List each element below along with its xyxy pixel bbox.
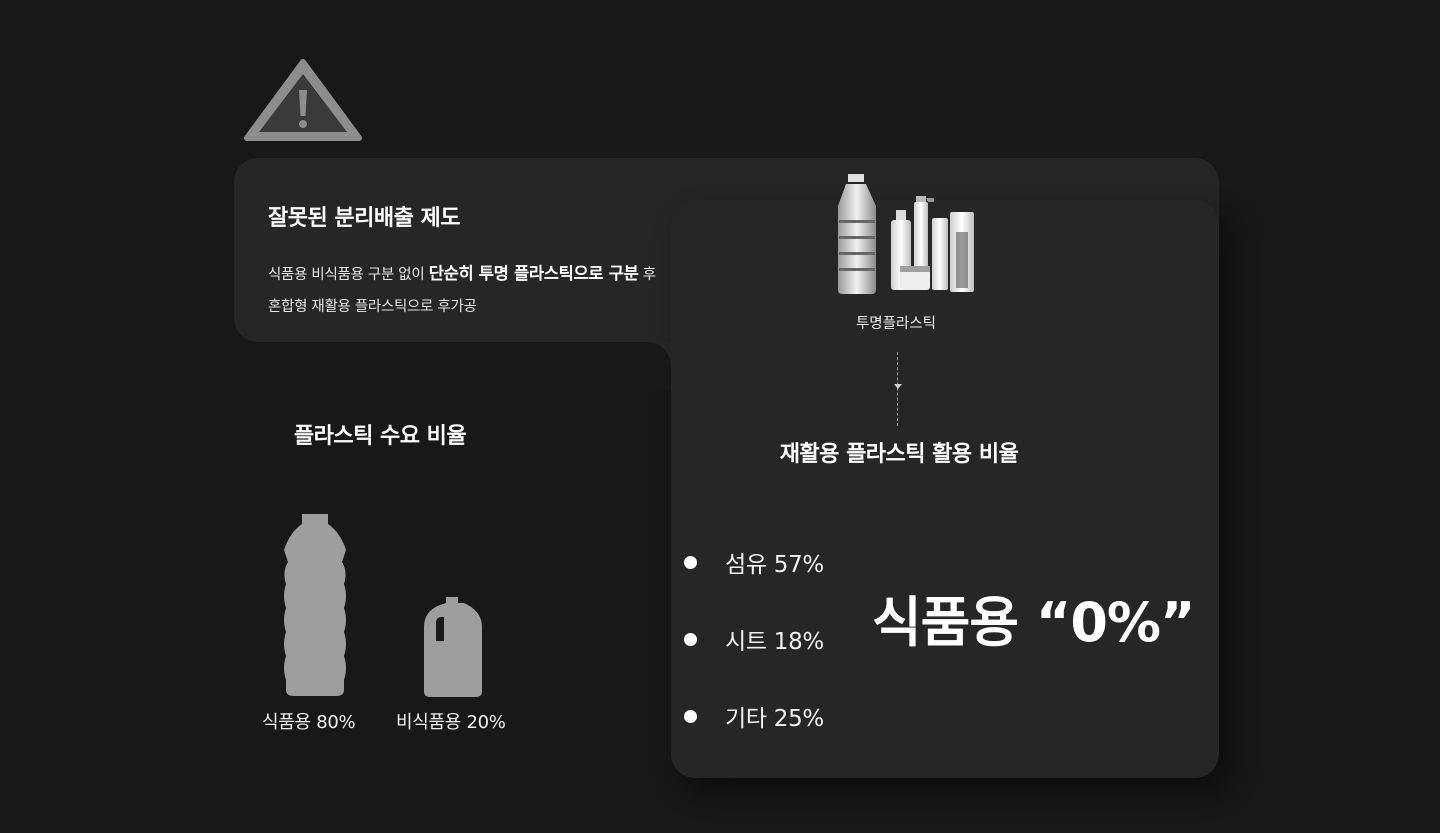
problem-desc-line2: 혼합형 재활용 플라스틱으로 후가공 (268, 299, 477, 315)
problem-description: 식품용 비식품용 구분 없이 단순히 투명 플라스틱으로 구분 후 혼합형 재활… (268, 258, 728, 323)
bullet-icon (684, 555, 697, 569)
problem-title: 잘못된 분리배출 제도 (268, 206, 460, 231)
bullet-icon (684, 709, 697, 723)
warning-triangle-icon (244, 59, 362, 141)
list-item: 기타 25% (684, 694, 824, 738)
list-item: 섬유 57% (684, 540, 824, 584)
food-grade-zero-highlight: 식품용 “0%” (872, 591, 1196, 654)
infographic-canvas: 잘못된 분리배출 제도 식품용 비식품용 구분 없이 단순히 투명 플라스틱으로… (0, 0, 1440, 833)
demand-title: 플라스틱 수요 비율 (293, 424, 467, 449)
panel-corner-cut (623, 342, 671, 390)
food-bottle-icon (284, 514, 346, 696)
problem-desc-part1: 식품용 비식품용 구분 없이 (268, 267, 429, 283)
problem-desc-part2: 후 (638, 267, 656, 283)
nonfood-jug-icon (424, 597, 482, 697)
food-share-caption: 식품용 80% (262, 712, 356, 733)
recycle-usage-list: 섬유 57% 시트 18% 기타 25% (684, 540, 824, 771)
list-item: 시트 18% (684, 617, 824, 661)
usage-label: 기타 25% (725, 706, 824, 732)
clear-plastic-bottles-image (838, 174, 974, 294)
usage-label: 섬유 57% (725, 552, 824, 578)
arrow-down-icon (894, 384, 902, 389)
clear-plastic-label: 투명플라스틱 (855, 316, 937, 332)
flow-connector (897, 352, 899, 426)
bullet-icon (684, 632, 697, 646)
recycle-usage-title: 재활용 플라스틱 활용 비율 (779, 442, 1019, 467)
problem-desc-emphasis: 단순히 투명 플라스틱으로 구분 (428, 264, 639, 283)
usage-label: 시트 18% (725, 629, 824, 655)
nonfood-share-caption: 비식품용 20% (396, 712, 506, 733)
